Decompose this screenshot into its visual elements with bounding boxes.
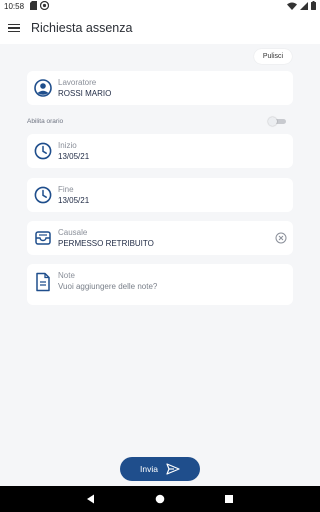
send-button[interactable]: Invia bbox=[120, 457, 200, 481]
back-icon[interactable] bbox=[86, 494, 96, 504]
cause-field[interactable]: Causale PERMESSO RETRIBUITO bbox=[27, 221, 293, 255]
worker-value: ROSSI MARIO bbox=[58, 89, 112, 98]
toggle-knob bbox=[268, 117, 277, 126]
inbox-icon bbox=[35, 231, 51, 245]
note-placeholder: Vuoi aggiungere delle note? bbox=[58, 282, 158, 291]
start-date-value: 13/05/21 bbox=[58, 152, 90, 161]
worker-field[interactable]: Lavoratore ROSSI MARIO bbox=[27, 71, 293, 105]
clock-icon bbox=[34, 142, 52, 160]
cause-label: Causale bbox=[58, 228, 88, 237]
signal-icon bbox=[300, 1, 308, 10]
start-date-label: Inizio bbox=[58, 141, 77, 150]
app-notification-icon bbox=[40, 1, 49, 10]
end-date-value: 13/05/21 bbox=[58, 196, 90, 205]
end-date-field[interactable]: Fine 13/05/21 bbox=[27, 178, 293, 212]
status-system-icons bbox=[287, 1, 316, 10]
navigation-bar bbox=[0, 486, 320, 512]
status-bar: 10:58 bbox=[0, 0, 320, 12]
clear-button[interactable]: Pulisci bbox=[254, 49, 292, 64]
send-button-label: Invia bbox=[140, 464, 158, 474]
document-icon bbox=[36, 272, 50, 292]
note-field[interactable]: Note Vuoi aggiungere delle note? bbox=[27, 264, 293, 305]
recents-icon[interactable] bbox=[224, 494, 234, 504]
wifi-icon bbox=[287, 2, 297, 10]
menu-icon[interactable] bbox=[6, 20, 22, 36]
sd-card-icon bbox=[30, 1, 37, 10]
start-date-field[interactable]: Inizio 13/05/21 bbox=[27, 134, 293, 168]
clear-circle-icon[interactable] bbox=[275, 232, 287, 244]
battery-icon bbox=[311, 1, 316, 10]
page-title: Richiesta assenza bbox=[31, 21, 133, 35]
send-icon bbox=[166, 463, 180, 475]
note-label: Note bbox=[58, 271, 75, 280]
status-notification-icons bbox=[30, 1, 49, 10]
worker-label: Lavoratore bbox=[58, 78, 97, 87]
end-date-label: Fine bbox=[58, 185, 74, 194]
app-bar: Richiesta assenza bbox=[0, 12, 320, 44]
schedule-toggle[interactable] bbox=[268, 117, 288, 126]
cause-value: PERMESSO RETRIBUITO bbox=[58, 239, 154, 248]
status-time: 10:58 bbox=[4, 2, 25, 11]
home-icon[interactable] bbox=[155, 494, 165, 504]
schedule-toggle-label: Abilita orario bbox=[27, 118, 64, 125]
account-circle-icon bbox=[34, 79, 52, 97]
clock-icon bbox=[34, 186, 52, 204]
